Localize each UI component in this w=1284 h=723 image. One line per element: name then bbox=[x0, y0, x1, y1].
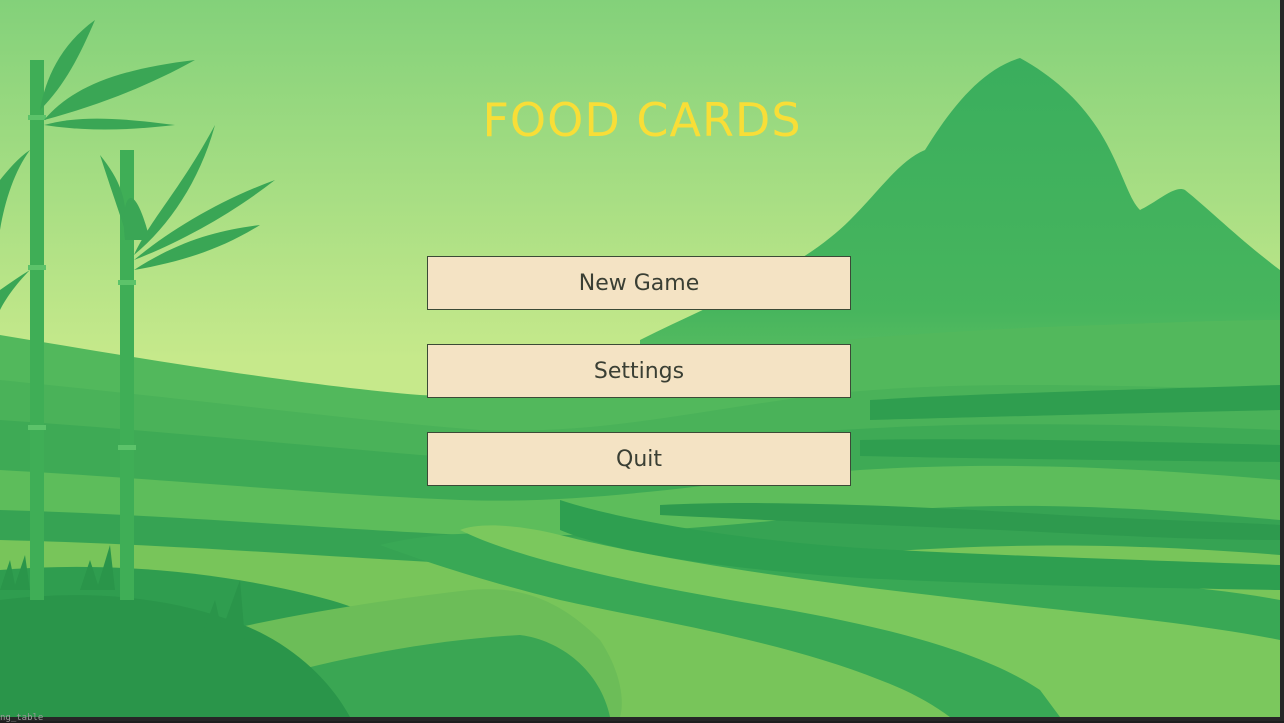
main-menu-screen: FOOD CARDS New Game Settings Quit bbox=[0, 0, 1280, 717]
window-right-border bbox=[1280, 0, 1284, 721]
quit-button[interactable]: Quit bbox=[427, 432, 851, 486]
game-title: FOOD CARDS bbox=[482, 93, 802, 147]
footer-label: ng_table bbox=[0, 713, 44, 723]
new-game-button[interactable]: New Game bbox=[427, 256, 851, 310]
settings-button[interactable]: Settings bbox=[427, 344, 851, 398]
window-bottom-bar: ng_table bbox=[0, 713, 1284, 723]
